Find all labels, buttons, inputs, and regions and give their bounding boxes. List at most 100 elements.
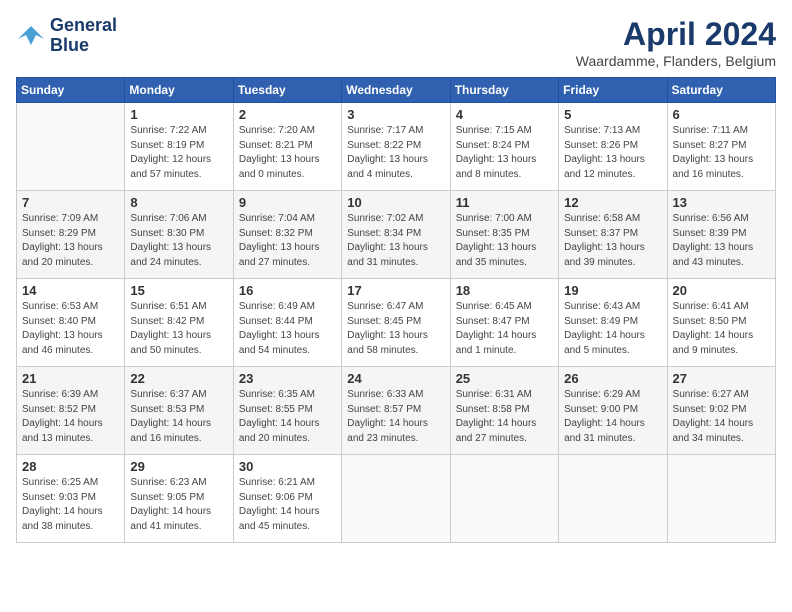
calendar-cell: 19Sunrise: 6:43 AM Sunset: 8:49 PM Dayli… (559, 279, 667, 367)
calendar-cell: 16 Sunrise: 6:49 AM Sunset: 8:44 PM Dayli… (233, 279, 341, 367)
col-thursday: Thursday (450, 78, 558, 103)
title-block: April 2024 Waardamme, Flanders, Belgium (576, 16, 776, 69)
calendar-cell: 23 Sunrise: 6:35 AM Sunset: 8:55 PM Dayli… (233, 367, 341, 455)
day-number: 26 (564, 371, 661, 386)
day-info: Sunrise: 6:53 AM Sunset: 8:40 PM Dayligh… (22, 300, 119, 358)
day-info: Sunrise: 6:58 AM Sunset: 8:37 PM Dayligh… (564, 212, 661, 270)
col-sunday: Sunday (17, 78, 125, 103)
calendar-cell: 25 Sunrise: 6:31 AM Sunset: 8:58 PM Dayli… (450, 367, 558, 455)
day-number: 8 (130, 195, 227, 210)
day-info: Sunrise: 6:49 AM Sunset: 8:44 PM Dayligh… (239, 300, 336, 358)
day-number: 13 (673, 195, 770, 210)
day-info: Sunrise: 7:20 AM Sunset: 8:21 PM Dayligh… (239, 124, 336, 182)
calendar-cell: 24 Sunrise: 6:33 AM Sunset: 8:57 PM Dayli… (342, 367, 450, 455)
day-info: Sunrise: 6:45 AM Sunset: 8:47 PM Dayligh… (456, 300, 553, 358)
day-info: Sunrise: 6:35 AM Sunset: 8:55 PM Dayligh… (239, 388, 336, 446)
logo-line1: General (50, 16, 117, 36)
day-number: 17 (347, 283, 444, 298)
calendar-cell: 13 Sunrise: 6:56 AM Sunset: 8:39 PM Dayli… (667, 191, 775, 279)
header-row: Sunday Monday Tuesday Wednesday Thursday… (17, 78, 776, 103)
day-number: 18 (456, 283, 553, 298)
day-info: Sunrise: 6:25 AM Sunset: 9:03 PM Dayligh… (22, 476, 119, 534)
calendar-cell: 6Sunrise: 7:11 AM Sunset: 8:27 PM Daylig… (667, 103, 775, 191)
day-number: 24 (347, 371, 444, 386)
day-number: 2 (239, 107, 336, 122)
calendar-cell: 8Sunrise: 7:06 AM Sunset: 8:30 PM Daylig… (125, 191, 233, 279)
day-number: 20 (673, 283, 770, 298)
calendar-cell (342, 455, 450, 543)
day-info: Sunrise: 6:31 AM Sunset: 8:58 PM Dayligh… (456, 388, 553, 446)
logo-icon (16, 21, 46, 51)
day-number: 11 (456, 195, 553, 210)
day-number: 14 (22, 283, 119, 298)
day-number: 25 (456, 371, 553, 386)
calendar-cell: 17 Sunrise: 6:47 AM Sunset: 8:45 PM Dayli… (342, 279, 450, 367)
col-saturday: Saturday (667, 78, 775, 103)
day-info: Sunrise: 7:02 AM Sunset: 8:34 PM Dayligh… (347, 212, 444, 270)
calendar-cell: 18 Sunrise: 6:45 AM Sunset: 8:47 PM Dayli… (450, 279, 558, 367)
calendar-cell: 10 Sunrise: 7:02 AM Sunset: 8:34 PM Dayli… (342, 191, 450, 279)
day-info: Sunrise: 7:09 AM Sunset: 8:29 PM Dayligh… (22, 212, 119, 270)
calendar-week-1: 1 Sunrise: 7:22 AM Sunset: 8:19 PM Daylig… (17, 103, 776, 191)
day-info: Sunrise: 7:22 AM Sunset: 8:19 PM Dayligh… (130, 124, 227, 182)
day-number: 23 (239, 371, 336, 386)
logo-text: General Blue (50, 16, 117, 56)
calendar-cell: 7 Sunrise: 7:09 AM Sunset: 8:29 PM Daylig… (17, 191, 125, 279)
calendar-cell (17, 103, 125, 191)
day-info: Sunrise: 6:23 AM Sunset: 9:05 PM Dayligh… (130, 476, 227, 534)
day-info: Sunrise: 7:13 AM Sunset: 8:26 PM Dayligh… (564, 124, 661, 182)
day-info: Sunrise: 6:33 AM Sunset: 8:57 PM Dayligh… (347, 388, 444, 446)
calendar-cell: 9Sunrise: 7:04 AM Sunset: 8:32 PM Daylig… (233, 191, 341, 279)
day-number: 16 (239, 283, 336, 298)
calendar-week-5: 28 Sunrise: 6:25 AM Sunset: 9:03 PM Dayli… (17, 455, 776, 543)
calendar-cell (450, 455, 558, 543)
calendar-cell: 14 Sunrise: 6:53 AM Sunset: 8:40 PM Dayli… (17, 279, 125, 367)
subtitle: Waardamme, Flanders, Belgium (576, 53, 776, 69)
day-number: 28 (22, 459, 119, 474)
calendar-cell: 26Sunrise: 6:29 AM Sunset: 9:00 PM Dayli… (559, 367, 667, 455)
calendar-cell: 1 Sunrise: 7:22 AM Sunset: 8:19 PM Daylig… (125, 103, 233, 191)
day-number: 15 (130, 283, 227, 298)
page-header: General Blue April 2024 Waardamme, Fland… (16, 16, 776, 69)
calendar-cell: 2 Sunrise: 7:20 AM Sunset: 8:21 PM Daylig… (233, 103, 341, 191)
day-number: 3 (347, 107, 444, 122)
day-number: 10 (347, 195, 444, 210)
col-tuesday: Tuesday (233, 78, 341, 103)
day-number: 7 (22, 195, 119, 210)
day-number: 19 (564, 283, 661, 298)
calendar-cell: 5 Sunrise: 7:13 AM Sunset: 8:26 PM Daylig… (559, 103, 667, 191)
day-info: Sunrise: 6:21 AM Sunset: 9:06 PM Dayligh… (239, 476, 336, 534)
day-number: 21 (22, 371, 119, 386)
day-info: Sunrise: 7:17 AM Sunset: 8:22 PM Dayligh… (347, 124, 444, 182)
calendar-cell: 4Sunrise: 7:15 AM Sunset: 8:24 PM Daylig… (450, 103, 558, 191)
calendar-cell: 30Sunrise: 6:21 AM Sunset: 9:06 PM Dayli… (233, 455, 341, 543)
day-info: Sunrise: 7:04 AM Sunset: 8:32 PM Dayligh… (239, 212, 336, 270)
day-number: 22 (130, 371, 227, 386)
main-title: April 2024 (576, 16, 776, 53)
day-number: 1 (130, 107, 227, 122)
calendar-table: Sunday Monday Tuesday Wednesday Thursday… (16, 77, 776, 543)
day-info: Sunrise: 6:47 AM Sunset: 8:45 PM Dayligh… (347, 300, 444, 358)
day-info: Sunrise: 6:51 AM Sunset: 8:42 PM Dayligh… (130, 300, 227, 358)
calendar-week-4: 21Sunrise: 6:39 AM Sunset: 8:52 PM Dayli… (17, 367, 776, 455)
calendar-cell (667, 455, 775, 543)
day-info: Sunrise: 7:15 AM Sunset: 8:24 PM Dayligh… (456, 124, 553, 182)
calendar-cell: 28 Sunrise: 6:25 AM Sunset: 9:03 PM Dayli… (17, 455, 125, 543)
calendar-cell: 20Sunrise: 6:41 AM Sunset: 8:50 PM Dayli… (667, 279, 775, 367)
calendar-cell: 21Sunrise: 6:39 AM Sunset: 8:52 PM Dayli… (17, 367, 125, 455)
calendar-cell: 15 Sunrise: 6:51 AM Sunset: 8:42 PM Dayli… (125, 279, 233, 367)
day-info: Sunrise: 6:56 AM Sunset: 8:39 PM Dayligh… (673, 212, 770, 270)
calendar-cell (559, 455, 667, 543)
col-wednesday: Wednesday (342, 78, 450, 103)
day-number: 6 (673, 107, 770, 122)
day-number: 5 (564, 107, 661, 122)
col-friday: Friday (559, 78, 667, 103)
calendar-cell: 11 Sunrise: 7:00 AM Sunset: 8:35 PM Dayli… (450, 191, 558, 279)
calendar-cell: 22Sunrise: 6:37 AM Sunset: 8:53 PM Dayli… (125, 367, 233, 455)
day-info: Sunrise: 6:27 AM Sunset: 9:02 PM Dayligh… (673, 388, 770, 446)
calendar-cell: 27 Sunrise: 6:27 AM Sunset: 9:02 PM Dayli… (667, 367, 775, 455)
calendar-week-3: 14 Sunrise: 6:53 AM Sunset: 8:40 PM Dayli… (17, 279, 776, 367)
day-info: Sunrise: 7:00 AM Sunset: 8:35 PM Dayligh… (456, 212, 553, 270)
day-number: 27 (673, 371, 770, 386)
day-number: 29 (130, 459, 227, 474)
